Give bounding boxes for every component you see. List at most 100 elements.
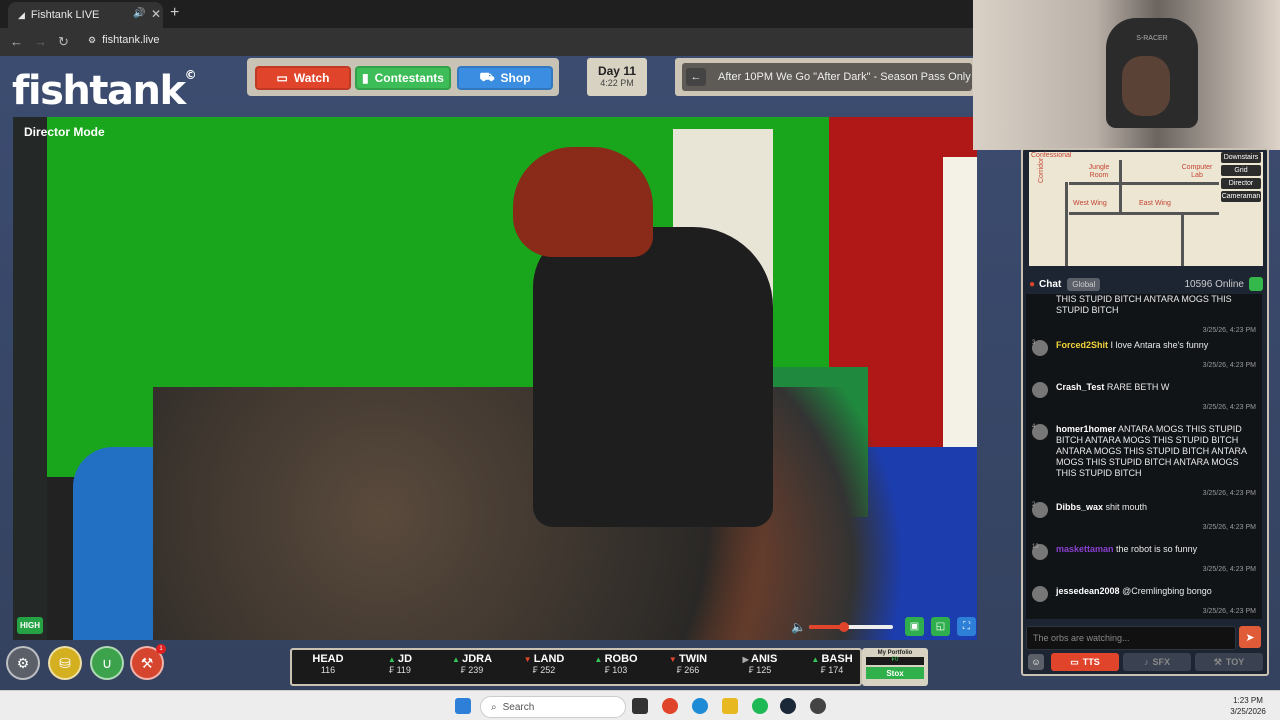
tts-icon: ▭: [1070, 656, 1079, 667]
coins-button[interactable]: ⛁: [48, 646, 82, 680]
chat-username[interactable]: Forced2Shit: [1056, 340, 1108, 350]
map-room-corridor[interactable]: Corridor: [1038, 158, 1046, 183]
site-info-icon[interactable]: ⚙: [88, 35, 96, 46]
stock-item[interactable]: ▲ ROBO ₣ 103: [580, 653, 652, 675]
contestant-hair: [513, 147, 653, 257]
map-director-button[interactable]: Director: [1221, 178, 1261, 189]
contestants-label: Contestants: [374, 71, 444, 85]
magnet-button[interactable]: ∪: [90, 646, 124, 680]
stock-name: ▶ ANIS: [724, 653, 796, 665]
chat-username[interactable]: homer1homer: [1056, 424, 1116, 434]
chat-username[interactable]: Crash_Test: [1056, 382, 1104, 392]
steam-icon[interactable]: [780, 698, 796, 714]
send-icon[interactable]: ➤: [1239, 626, 1261, 648]
stock-symbol: LAND: [533, 653, 565, 665]
chrome-icon[interactable]: [662, 698, 678, 714]
chat-timestamp: 3/25/26, 4:23 PM: [1202, 490, 1256, 497]
gear-icon: ⚙: [16, 654, 30, 671]
stock-symbol: JDRA: [462, 653, 493, 665]
sfx-button[interactable]: ♪ SFX: [1123, 653, 1191, 671]
arrow-down-icon: ▼: [668, 655, 680, 664]
map-grid-button[interactable]: Grid: [1221, 165, 1261, 176]
hammer-button[interactable]: ⚒ 1: [130, 644, 166, 680]
quality-badge[interactable]: HIGH: [17, 617, 43, 634]
stock-item[interactable]: ▼ TWIN ₣ 266: [652, 653, 724, 675]
taskbar-search[interactable]: ⌕ Search: [480, 696, 626, 718]
browser-tab[interactable]: ◢ Fishtank LIVE 🔊 ✕: [8, 2, 163, 28]
fullscreen-icon[interactable]: ⛶: [957, 617, 976, 636]
task-view-icon[interactable]: [632, 698, 648, 714]
chat-text: I love Antara she's funny: [1110, 340, 1209, 350]
shop-button[interactable]: ⛟ Shop: [457, 66, 553, 90]
arrow-up-icon: ▲: [387, 655, 399, 664]
map-room-west-wing[interactable]: West Wing: [1073, 200, 1107, 208]
map-wall: [1119, 160, 1122, 215]
chat-text: RARE BETH W: [1106, 382, 1170, 392]
windows-taskbar: ⌕ Search 1:23 PM 3/25/2026: [0, 690, 1280, 720]
volume-slider[interactable]: [809, 622, 893, 632]
chat-scope-toggle[interactable]: Global: [1067, 277, 1101, 291]
message-body: jessedean2008 @Cremlingbing bongo: [1056, 586, 1256, 597]
house-map[interactable]: Confessional Jungle Room Computer Lab Co…: [1029, 152, 1263, 266]
contestants-button[interactable]: ▮ Contestants: [355, 66, 451, 90]
stock-value: 116: [320, 665, 336, 675]
stox-button[interactable]: Stox: [866, 667, 924, 679]
settings-gear-button[interactable]: ⚙: [6, 646, 40, 680]
map-cameraman-button[interactable]: Cameraman: [1221, 191, 1261, 202]
close-tab-icon[interactable]: ✕: [151, 7, 161, 21]
user-icon: ▮: [362, 71, 369, 85]
chat-username[interactable]: maskettaman: [1056, 544, 1114, 554]
stock-item[interactable]: ▶ ANIS ₣ 125: [724, 653, 796, 675]
back-arrow-icon[interactable]: ←: [10, 34, 23, 49]
stock-ticker[interactable]: HEAD 116 ▲ JD ₣ 119 ▲ JDRA ₣ 239 ▼ LAND ₣ 252 ▲ …: [290, 648, 862, 686]
pip-icon[interactable]: ▣: [905, 617, 924, 636]
live-video-player[interactable]: Director Mode HIGH 🔈 ▣ ◱ ⛶ ●: [13, 117, 977, 640]
chat-text: shit mouth: [1105, 502, 1148, 512]
app-icon[interactable]: [810, 698, 826, 714]
speaker-icon[interactable]: 🔊: [133, 8, 145, 19]
users-icon[interactable]: [1249, 277, 1263, 291]
new-tab-button[interactable]: +: [170, 4, 179, 22]
stock-item[interactable]: ▲ JDRA ₣ 239: [436, 653, 508, 675]
stock-item[interactable]: ▲ BASH ₣ 174: [796, 653, 868, 675]
chat-username[interactable]: jessedean2008: [1056, 586, 1120, 596]
cast-icon[interactable]: ◱: [931, 617, 950, 636]
chat-title: Chat: [1039, 278, 1062, 290]
arrow-up-icon: ▲: [594, 655, 605, 664]
avatar[interactable]: [1032, 586, 1048, 602]
portfolio-value: ₣0: [866, 657, 924, 665]
chat-username[interactable]: Dibbs_wax: [1056, 502, 1103, 512]
map-downstairs-button[interactable]: Downstairs: [1221, 152, 1261, 163]
map-room-computer-lab[interactable]: Computer Lab: [1179, 164, 1215, 180]
reload-icon[interactable]: ↻: [58, 34, 69, 50]
message-body: Crash_Test RARE BETH W: [1056, 382, 1256, 393]
stock-value: ₣ 125: [748, 665, 772, 675]
stock-item[interactable]: ▲ JD ₣ 119: [364, 653, 436, 675]
tts-button[interactable]: ▭ TTS: [1051, 653, 1119, 671]
url-field[interactable]: ⚙ fishtank.live: [88, 34, 160, 46]
chat-input[interactable]: The orbs are watching...: [1026, 626, 1236, 650]
chat-message-list[interactable]: THIS STUPID BITCH ANTARA MOGS THIS STUPI…: [1026, 294, 1262, 619]
spotify-icon[interactable]: [752, 698, 768, 714]
toy-button[interactable]: ⚒ TOY: [1195, 653, 1263, 671]
magnet-icon: ∪: [101, 654, 113, 671]
emoji-icon[interactable]: ☺: [1028, 654, 1044, 670]
file-explorer-icon[interactable]: [722, 698, 738, 714]
stock-symbol: BASH: [821, 653, 853, 665]
sfx-icon: ♪: [1143, 657, 1149, 667]
taskbar-clock[interactable]: 1:23 PM 3/25/2026: [1220, 695, 1276, 717]
my-portfolio: My Portfolio ₣0 Stox: [862, 648, 928, 686]
site-logo[interactable]: fishtank©: [12, 68, 197, 114]
windows-start-icon[interactable]: [455, 698, 471, 714]
banner-back-arrow-icon[interactable]: ←: [686, 68, 706, 86]
forward-arrow-icon[interactable]: →: [34, 34, 47, 49]
edge-icon[interactable]: [692, 698, 708, 714]
volume-icon[interactable]: 🔈: [791, 620, 806, 634]
avatar[interactable]: [1032, 382, 1048, 398]
stock-item[interactable]: ▼ LAND ₣ 252: [508, 653, 580, 675]
watch-button[interactable]: ▭ Watch: [255, 66, 351, 90]
stock-item[interactable]: HEAD 116: [292, 653, 364, 675]
chat-timestamp: 3/25/26, 4:23 PM: [1202, 404, 1256, 411]
map-room-east-wing[interactable]: East Wing: [1139, 200, 1171, 208]
map-room-jungle[interactable]: Jungle Room: [1081, 164, 1117, 180]
